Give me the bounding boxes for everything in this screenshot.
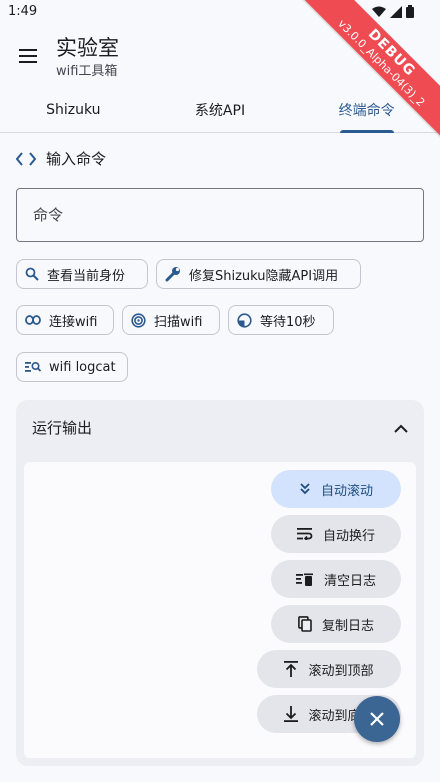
fix-shizuku-chip[interactable]: 修复Shizuku隐藏API调用 xyxy=(156,259,361,289)
copy-log-button[interactable]: 复制日志 xyxy=(271,605,401,643)
menu-icon xyxy=(19,49,37,63)
chip-label: 扫描wifi xyxy=(154,314,203,330)
auto-scroll-button[interactable]: 自动滚动 xyxy=(271,470,401,508)
status-time: 1:49 xyxy=(8,4,38,19)
chip-label: 连接wifi xyxy=(49,314,98,330)
command-section-header: 输入命令 xyxy=(16,148,106,169)
auto-scroll-label: 自动滚动 xyxy=(320,483,373,499)
command-section-title: 输入命令 xyxy=(46,150,107,168)
battery-icon xyxy=(406,5,414,18)
app-subtitle: wifi工具箱 xyxy=(56,64,118,79)
menu-button[interactable] xyxy=(12,40,44,72)
status-bar: 1:49 xyxy=(0,0,440,24)
link-icon xyxy=(25,315,41,325)
auto-wrap-button[interactable]: 自动换行 xyxy=(271,515,401,553)
vertical-align-top-icon xyxy=(284,661,299,677)
status-icons xyxy=(372,5,414,18)
check-identity-chip[interactable]: 查看当前身份 xyxy=(16,259,148,289)
tab-label: 系统API xyxy=(194,103,246,119)
tab-shizuku[interactable]: Shizuku xyxy=(0,88,147,132)
wifi-logcat-chip[interactable]: wifi logcat xyxy=(16,352,128,382)
signal-icon xyxy=(390,5,402,18)
tab-bar: Shizuku 系统API 终端命令 xyxy=(0,88,440,133)
clear-all-icon xyxy=(295,573,313,586)
copy-log-label: 复制日志 xyxy=(321,618,374,634)
app-title: 实验室 xyxy=(56,36,119,60)
connect-wifi-chip[interactable]: 连接wifi xyxy=(16,305,114,335)
radar-icon xyxy=(131,312,146,328)
chevron-up-icon xyxy=(394,424,408,433)
scroll-top-button[interactable]: 滚动到顶部 xyxy=(257,650,401,688)
close-fab[interactable] xyxy=(354,696,400,742)
scan-wifi-chip[interactable]: 扫描wifi xyxy=(122,305,220,335)
vertical-align-bottom-icon xyxy=(284,706,299,722)
wifi-icon xyxy=(372,6,386,17)
double-chevron-down-icon xyxy=(300,483,310,495)
timer-icon xyxy=(237,312,252,328)
chip-label: wifi logcat xyxy=(49,359,116,375)
wrench-icon xyxy=(165,267,180,282)
tab-label: Shizuku xyxy=(46,102,101,118)
chip-label: 等待10秒 xyxy=(260,314,316,330)
chip-label: 修复Shizuku隐藏API调用 xyxy=(189,268,339,284)
chip-label: 查看当前身份 xyxy=(47,268,126,284)
output-title: 运行输出 xyxy=(32,419,93,437)
search-icon xyxy=(25,267,39,281)
code-icon xyxy=(16,151,36,166)
wait-10s-chip[interactable]: 等待10秒 xyxy=(228,305,334,335)
tab-label: 终端命令 xyxy=(338,103,395,119)
app-bar: 实验室 wifi工具箱 xyxy=(0,24,440,88)
tab-system-api[interactable]: 系统API xyxy=(147,88,294,132)
clear-log-label: 清空日志 xyxy=(323,573,376,589)
copy-icon xyxy=(298,616,312,632)
auto-wrap-label: 自动换行 xyxy=(322,528,375,544)
list-search-icon xyxy=(25,361,41,372)
close-icon xyxy=(370,712,384,726)
command-input-field xyxy=(16,188,424,242)
command-input[interactable] xyxy=(17,189,423,241)
clear-log-button[interactable]: 清空日志 xyxy=(271,560,401,598)
wrap-text-icon xyxy=(296,528,313,540)
scroll-top-label: 滚动到顶部 xyxy=(308,663,374,679)
tab-terminal-command[interactable]: 终端命令 xyxy=(293,88,440,132)
collapse-button[interactable] xyxy=(394,418,408,437)
